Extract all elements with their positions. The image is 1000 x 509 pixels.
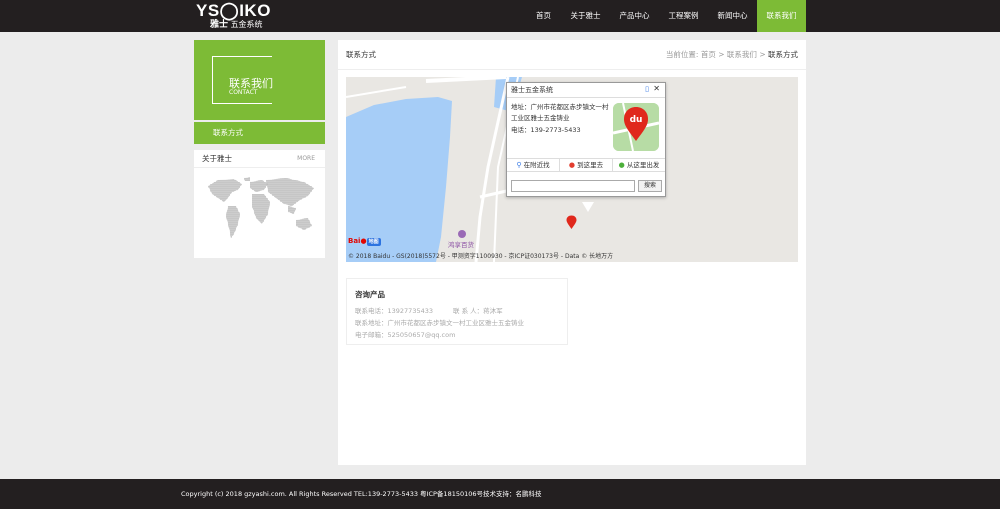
breadcrumb-section[interactable]: 联系我们 — [727, 50, 757, 59]
about-panel-title: 关于雅士 — [202, 154, 232, 163]
nearby-search-input[interactable] — [511, 180, 635, 192]
contact-person: 联 系 人：蒋沐军 — [453, 307, 503, 315]
baidu-map[interactable]: 鸿享百货 Bai● 地图 © 2018 Baidu - GS(2018)5572号… — [346, 77, 798, 262]
contact-address: 联系地址：广州市花都区赤步镇文一村工业区雅士五金铸业 — [355, 319, 524, 327]
nav-item-contact[interactable]: 联系我们 — [757, 0, 806, 32]
svg-text:du: du — [630, 115, 643, 125]
top-header: YS◯IKO 雅士 五金系统 首页 关于雅士 产品中心 工程案例 新闻中心 联系… — [0, 0, 1000, 32]
nav-item-about[interactable]: 关于雅士 — [561, 0, 610, 32]
about-panel-header: 关于雅士 MORE — [194, 150, 325, 168]
search-button[interactable]: 搜索 — [638, 180, 662, 192]
page-title: 联系方式 — [346, 50, 376, 59]
sidebar-item-contact-method[interactable]: 联系方式 — [194, 122, 325, 144]
site-logo[interactable]: YS◯IKO 雅士 五金系统 — [196, 2, 276, 30]
nav-item-news[interactable]: 新闻中心 — [708, 0, 757, 32]
tab-start-here[interactable]: ● 从这里出发 — [613, 159, 665, 171]
breadcrumb-prefix: 当前位置: — [665, 50, 699, 59]
info-window: 雅士五金系统 ▯ ✕ 地址：广州市花都区赤步镇文一村工业区雅士五金铸业 电话：1… — [506, 82, 666, 212]
sidebar-item-label: 联系方式 — [213, 128, 243, 137]
about-more-link[interactable]: MORE — [297, 150, 315, 168]
tab-nearby[interactable]: ⚲ 在附近找 — [507, 159, 560, 171]
pin-icon: ● — [568, 161, 576, 169]
contact-phone: 联系电话：13927735433 — [355, 307, 433, 315]
contact-card-title: 咨询产品 — [355, 290, 385, 299]
baidu-du-icon: du — [613, 103, 659, 151]
footer-copyright: Copyright (c) 2018 gzyashi.com. All Righ… — [181, 490, 542, 498]
breadcrumb-separator: > — [759, 50, 766, 59]
breadcrumb-current: 联系方式 — [768, 50, 798, 59]
search-icon: ⚲ — [516, 161, 522, 169]
info-window-tabs: ⚲ 在附近找 ● 到这里去 ● 从这里出发 — [507, 158, 665, 172]
content-header: 联系方式 当前位置: 首页 > 联系我们 > 联系方式 — [338, 40, 806, 70]
contact-email: 电子邮箱：525050657@qq.com — [355, 331, 456, 339]
baidu-logo: Bai● 地图 — [348, 237, 381, 246]
sidebar-banner: 联系我们 CONTACT — [194, 40, 325, 120]
breadcrumb-home[interactable]: 首页 — [701, 50, 716, 59]
info-window-tail — [582, 202, 594, 212]
site-footer: Copyright (c) 2018 gzyashi.com. All Righ… — [0, 479, 1000, 509]
info-window-title: 雅士五金系统 — [511, 86, 553, 94]
logo-text: YS◯IKO — [196, 1, 271, 20]
world-map-image — [208, 177, 314, 238]
nav-item-cases[interactable]: 工程案例 — [659, 0, 708, 32]
banner-title-en: CONTACT — [229, 89, 258, 96]
info-address: 地址：广州市花都区赤步镇文一村工业区雅士五金铸业 — [511, 103, 609, 122]
breadcrumb: 当前位置: 首页 > 联系我们 > 联系方式 — [666, 40, 798, 70]
about-panel: 关于雅士 MORE — [194, 150, 325, 258]
map-marker-icon[interactable] — [566, 215, 577, 229]
logo-subtitle: 雅士 五金系统 — [210, 20, 263, 30]
map-copyright: © 2018 Baidu - GS(2018)5572号 - 甲测资字11009… — [348, 253, 614, 260]
divider — [507, 97, 665, 98]
phone-icon[interactable]: ▯ — [645, 85, 649, 93]
nav-item-products[interactable]: 产品中心 — [610, 0, 659, 32]
pin-icon: ● — [618, 161, 625, 169]
breadcrumb-separator: > — [718, 50, 725, 59]
main-nav: 首页 关于雅士 产品中心 工程案例 新闻中心 联系我们 — [526, 0, 806, 32]
main-content: 联系方式 当前位置: 首页 > 联系我们 > 联系方式 鸿享百货 Bai● 地图 … — [338, 40, 806, 465]
close-icon[interactable]: ✕ — [653, 84, 660, 93]
poi-label[interactable]: 鸿享百货 — [448, 239, 474, 249]
tab-go-here[interactable]: ● 到这里去 — [560, 159, 613, 171]
contact-card: 咨询产品 联系电话：13927735433 联 系 人：蒋沐军 联系地址：广州市… — [346, 278, 568, 345]
info-phone: 电话：139-2773-5433 — [511, 126, 581, 134]
nav-item-home[interactable]: 首页 — [526, 0, 561, 32]
